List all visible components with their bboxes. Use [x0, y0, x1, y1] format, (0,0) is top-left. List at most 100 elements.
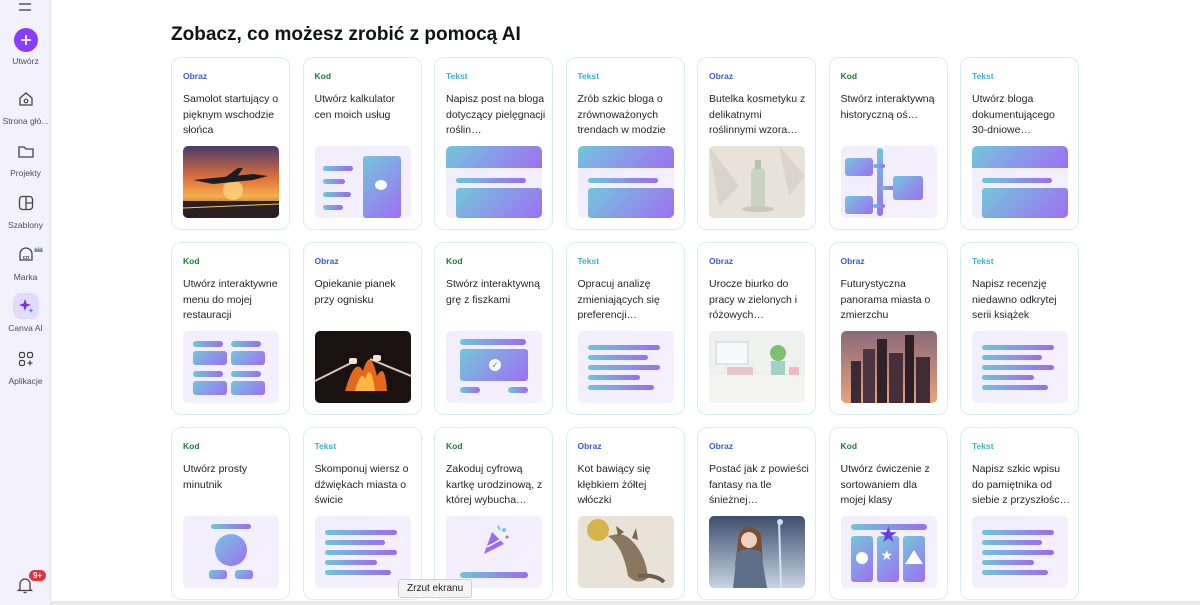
illustration-shape: [982, 560, 1034, 565]
menu-icon[interactable]: [18, 0, 32, 18]
suggestion-card[interactable]: Kod Utwórz kalkulator cen moich usług: [302, 57, 422, 230]
illustration-shape: [982, 188, 1068, 218]
card-thumbnail: [709, 146, 805, 218]
sidebar-item-brand[interactable]: co Marka: [0, 242, 51, 282]
illustration-shape: [324, 530, 397, 535]
sidebar-item-create[interactable]: Utwórz: [0, 28, 51, 66]
illustration-shape: [456, 188, 542, 218]
card-thumbnail: [972, 146, 1068, 218]
suggestion-card[interactable]: Kod Utwórz prosty minutnik: [171, 427, 290, 600]
card-tag: Kod: [446, 256, 463, 266]
sidebar-item-templates[interactable]: Szablony: [0, 190, 51, 230]
suggestion-card[interactable]: Kod Stwórz interaktywną historyczną oś…: [828, 57, 948, 230]
illustration-shape: [460, 572, 528, 578]
sidebar-item-label: Aplikacje: [8, 376, 43, 386]
card-tag: Kod: [840, 71, 858, 81]
sidebar-item-home[interactable]: Strona głó...: [0, 86, 51, 126]
tooltip: Zrzut ekranu: [398, 579, 473, 598]
card-thumbnail: [183, 516, 279, 588]
card-thumbnail: [972, 516, 1068, 588]
card-thumbnail: ✓: [446, 331, 542, 403]
illustration-shape: [231, 351, 265, 365]
photo-plane: [183, 146, 279, 218]
illustration-shape: [460, 387, 480, 393]
suggestion-grid: Obraz Samolot startujący o pięknym wschod…: [171, 57, 1079, 600]
suggestion-card[interactable]: Obraz Butelka kosmetyku z delikatnymi roś…: [697, 57, 816, 230]
card-tag: Tekst: [446, 71, 468, 81]
suggestion-card[interactable]: Obraz Postać jak z powieści fantasy na tl…: [697, 427, 816, 600]
illustration-shape: [587, 385, 654, 390]
illustration-shape: [215, 534, 247, 566]
suggestion-card[interactable]: Kod Utwórz ćwiczenie z sortowaniem dla mo…: [828, 427, 948, 600]
sidebar-item-apps[interactable]: Aplikacje: [0, 346, 51, 386]
illustration-shape: ✓: [489, 359, 501, 371]
sidebar-item-canva-ai[interactable]: Canva AI: [0, 293, 51, 333]
illustration-shape: [855, 552, 868, 564]
illustration-shape: [460, 339, 526, 345]
photo-cat: [577, 516, 674, 588]
card-thumbnail: [972, 331, 1068, 403]
card-tag: Tekst: [577, 256, 600, 266]
photo-bottle: [709, 146, 805, 218]
illustration-shape: [231, 341, 261, 347]
card-title: Butelka kosmetyku z delikatnymi roślinny…: [709, 93, 806, 136]
photo-fire: [314, 331, 411, 403]
illustration-shape: [982, 550, 1054, 555]
card-tag: Kod: [314, 71, 332, 81]
illustration-shape: [982, 345, 1054, 350]
card-tag: Obraz: [709, 71, 734, 81]
card-thumbnail: [446, 146, 542, 218]
card-tag: Tekst: [972, 256, 994, 266]
card-thumbnail: [709, 331, 805, 403]
illustration-shape: [324, 560, 377, 565]
suggestion-card[interactable]: Tekst Napisz szkic wpisu do pamiętnika od…: [960, 427, 1079, 600]
illustration-shape: [324, 540, 385, 545]
illustration-shape: [982, 570, 1048, 575]
photo-fantasy: [709, 516, 805, 588]
illustration-shape: [193, 351, 227, 365]
sidebar-item-label: Szablony: [8, 220, 43, 230]
page-title: Zobacz, co możesz zrobić z pomocą AI: [171, 24, 521, 45]
plus-icon[interactable]: [13, 28, 38, 52]
illustration-shape: [456, 178, 526, 183]
suggestion-card[interactable]: Kod Stwórz interaktywną grę z fiszkami ✓: [434, 242, 553, 415]
suggestion-card[interactable]: Obraz Urocze biurko do pracy w zielonych …: [697, 242, 816, 415]
card-title: Stwórz interaktywną historyczną oś…: [840, 93, 935, 121]
card-title: Futurystyczna panorama miasta o zmierzch…: [840, 278, 931, 321]
card-thumbnail: [314, 516, 411, 588]
card-thumbnail: [840, 331, 937, 403]
illustration-shape: ★: [880, 547, 894, 563]
suggestion-card[interactable]: Obraz Samolot startujący o pięknym wschod…: [171, 57, 290, 230]
illustration-shape: [844, 158, 873, 176]
sidebar-item-label: Strona głó...: [2, 116, 49, 126]
suggestion-card[interactable]: Kod Utwórz interaktywne menu do mojej res…: [171, 242, 290, 415]
card-title: Opiekanie pianek przy ognisku: [314, 278, 396, 306]
suggestion-card[interactable]: Obraz Opiekanie pianek przy ognisku: [302, 242, 422, 415]
illustration-shape: [982, 530, 1054, 535]
illustration-shape: [587, 178, 658, 183]
illustration-shape: ★: [878, 522, 899, 547]
suggestion-card[interactable]: Kod Zakoduj cyfrową kartkę urodzinową, z …: [434, 427, 553, 600]
suggestion-card[interactable]: Tekst Napisz recenzję niedawno odkrytej s…: [960, 242, 1079, 415]
suggestion-card[interactable]: Obraz Kot bawiący się kłębkiem żółtej włó…: [565, 427, 685, 600]
card-title: Stwórz interaktywną grę z fiszkami: [446, 278, 540, 306]
illustration-shape: [872, 164, 885, 168]
suggestion-card[interactable]: Tekst Zrób szkic bloga o zrównoważonych t…: [565, 57, 685, 230]
card-tag: Tekst: [972, 71, 994, 81]
suggestion-card[interactable]: Tekst Utwórz bloga dokumentującego 30-dni…: [960, 57, 1079, 230]
illustration-shape: [982, 385, 1048, 390]
horizontal-scrollbar[interactable]: [51, 601, 1200, 605]
card-tag: Obraz: [709, 441, 734, 451]
sidebar-item-projects[interactable]: Projekty: [0, 138, 51, 178]
card-title: Skomponuj wiersz o dźwiękach miasta o św…: [314, 463, 409, 506]
illustration-shape: [577, 146, 674, 168]
illustration-shape: [484, 525, 509, 554]
card-tag: Tekst: [314, 441, 337, 451]
illustration-shape: [982, 178, 1052, 183]
suggestion-card[interactable]: Obraz Futurystyczna panorama miasta o zmi…: [828, 242, 948, 415]
suggestion-card[interactable]: Tekst Napisz post na bloga dotyczący piel…: [434, 57, 553, 230]
sidebar-item-label: Utwórz: [12, 56, 39, 66]
suggestion-card[interactable]: Tekst Opracuj analizę zmieniających się p…: [565, 242, 685, 415]
card-thumbnail: [709, 516, 805, 588]
suggestion-card[interactable]: Tekst Skomponuj wiersz o dźwiękach miasta…: [302, 427, 422, 600]
